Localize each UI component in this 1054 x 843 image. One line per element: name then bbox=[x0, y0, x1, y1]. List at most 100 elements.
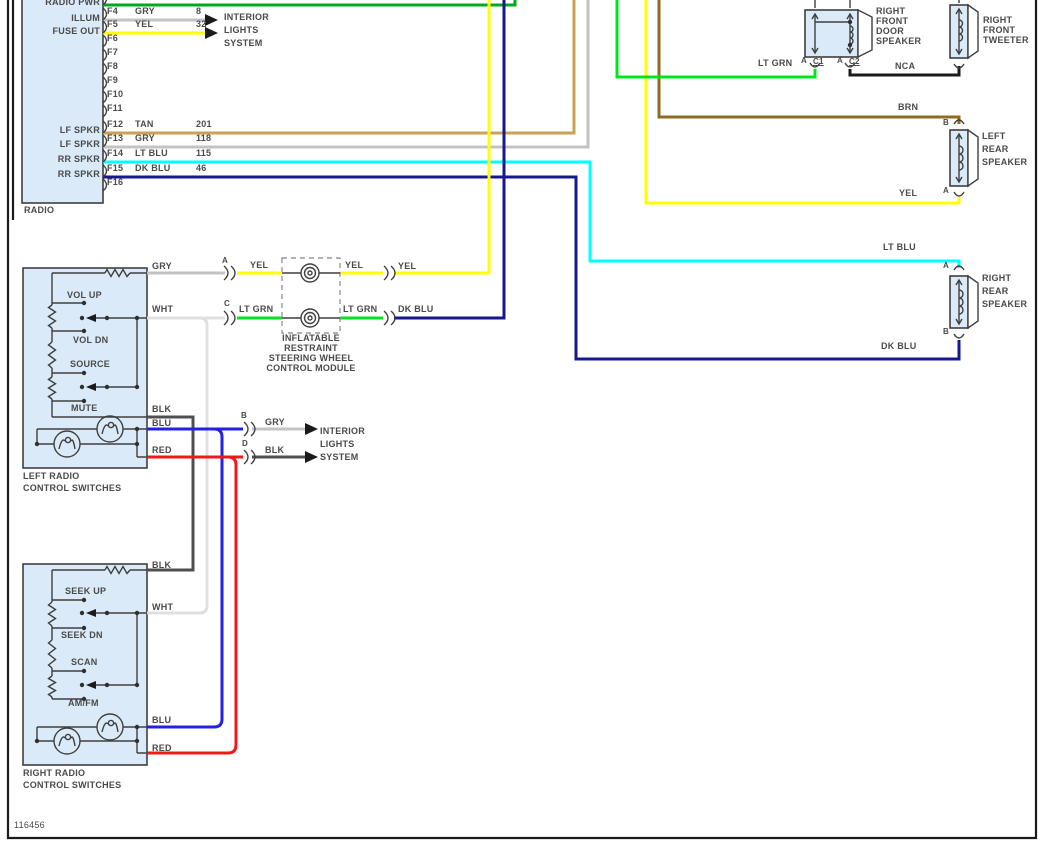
switch-label: MUTE bbox=[71, 404, 98, 413]
tweeter-label: TWEETER bbox=[983, 36, 1029, 45]
left-rear-speaker-label: LEFT bbox=[982, 132, 1006, 141]
wire-color-label: BLU bbox=[152, 419, 171, 428]
wire-color-label: GRY bbox=[135, 134, 155, 143]
diagram-number: 116456 bbox=[14, 821, 45, 830]
pin-letter: C bbox=[224, 300, 230, 308]
speaker-horn-icon bbox=[968, 5, 978, 58]
interior-lights-label: LIGHTS bbox=[320, 440, 355, 449]
radio-pin-label: F4 bbox=[107, 7, 118, 16]
wire-color-label: YEL bbox=[345, 261, 363, 270]
switch-label: SEEK DN bbox=[61, 631, 103, 640]
wire-color-label: GRY bbox=[135, 7, 155, 16]
wire-color-label: GRY bbox=[265, 418, 285, 427]
pin-letter: D bbox=[242, 440, 248, 448]
radio-func-label: FUSE OUT bbox=[30, 27, 100, 36]
radio-pin-label: F10 bbox=[107, 90, 123, 99]
wire-color-label: LT BLU bbox=[883, 243, 916, 252]
switch-label: VOL DN bbox=[73, 336, 108, 345]
switch-label: SEEK UP bbox=[65, 587, 106, 596]
wire-color-label: RED bbox=[152, 744, 172, 753]
radio-pin-label: F12 bbox=[107, 120, 123, 129]
wire-color-label: LT GRN bbox=[239, 305, 273, 314]
left-switches-title: CONTROL SWITCHES bbox=[23, 484, 121, 493]
interior-lights-label: INTERIOR bbox=[224, 13, 269, 22]
radio-pin-label: F5 bbox=[107, 20, 118, 29]
interior-lights-label: SYSTEM bbox=[224, 39, 263, 48]
wire-radio-pwr-green bbox=[103, 0, 515, 5]
interior-lights-label: SYSTEM bbox=[320, 453, 359, 462]
right-switches-title: CONTROL SWITCHES bbox=[23, 781, 121, 790]
wiring-diagram-canvas: RADIO PWR ILLUM FUSE OUT LF SPKR LF SPKR… bbox=[0, 0, 1054, 843]
radio-pin-label: F16 bbox=[107, 178, 123, 187]
wire-color-label: DK BLU bbox=[135, 164, 171, 173]
wire-color-label: BRN bbox=[898, 103, 918, 112]
radio-pin-label: F8 bbox=[107, 62, 118, 71]
wire-color-label: WHT bbox=[152, 603, 173, 612]
wire-f13-gry-118 bbox=[103, 0, 588, 147]
radio-pin-label: F14 bbox=[107, 149, 123, 158]
wire-color-label: YEL bbox=[398, 262, 416, 271]
speaker-horn-icon bbox=[858, 10, 872, 57]
radio-pin-label: F9 bbox=[107, 76, 118, 85]
switch-label: SOURCE bbox=[70, 360, 110, 369]
wire-color-label: LT GRN bbox=[343, 305, 377, 314]
pin-letter: A bbox=[837, 57, 843, 65]
radio-func-label: LF SPKR bbox=[30, 126, 100, 135]
switch-label: SCAN bbox=[71, 658, 98, 667]
pin-letter: A bbox=[943, 262, 949, 270]
interior-lights-label: LIGHTS bbox=[224, 26, 259, 35]
right-front-tweeter bbox=[950, 0, 978, 68]
wire-color-label: WHT bbox=[152, 305, 173, 314]
radio-pin-label: F11 bbox=[107, 104, 123, 113]
right-rear-speaker bbox=[950, 266, 978, 338]
wire-blu-branch-down bbox=[147, 429, 222, 727]
module-label: INFLATABLE bbox=[255, 334, 367, 343]
radio-func-label: RR SPKR bbox=[30, 155, 100, 164]
radio-pin-label: F13 bbox=[107, 134, 123, 143]
switch-label: VOL UP bbox=[67, 291, 102, 300]
circuit-number: 8 bbox=[196, 7, 201, 16]
left-rear-speaker bbox=[950, 120, 978, 196]
pin-letter: B bbox=[943, 328, 949, 336]
wire-color-label: YEL bbox=[899, 189, 917, 198]
door-speaker-label: FRONT bbox=[876, 17, 908, 26]
arrow-icon bbox=[205, 27, 218, 39]
wire-color-label: TAN bbox=[135, 120, 154, 129]
module-label: RESTRAINT bbox=[255, 344, 367, 353]
radio-func-label: RR SPKR bbox=[30, 170, 100, 179]
pin-letter: A bbox=[222, 257, 228, 265]
interior-lights-arrows bbox=[205, 14, 318, 463]
wire-color-label: RED bbox=[152, 446, 172, 455]
circuit-number: 118 bbox=[196, 134, 211, 143]
right-rear-speaker-label: REAR bbox=[982, 287, 1009, 296]
speaker-horn-icon bbox=[968, 276, 978, 328]
left-rear-speaker-label: SPEAKER bbox=[982, 158, 1027, 167]
radio-pin-label: F7 bbox=[107, 48, 118, 57]
connector-id: C2 bbox=[849, 58, 860, 66]
radio-func-label: LF SPKR bbox=[30, 140, 100, 149]
wire-color-label: NCA bbox=[895, 62, 915, 71]
left-rear-speaker-label: REAR bbox=[982, 145, 1009, 154]
circuit-number: 115 bbox=[196, 149, 211, 158]
circuit-number: 32 bbox=[196, 20, 207, 29]
wire-color-label: LT GRN bbox=[758, 59, 792, 68]
clockspring-coil-icon bbox=[301, 309, 319, 327]
switch-label: AM/FM bbox=[68, 699, 99, 708]
wire-blk-between-switch-boxes bbox=[147, 417, 193, 570]
wire-color-label: BLK bbox=[152, 405, 171, 414]
arrow-icon bbox=[305, 451, 318, 463]
wire-color-label: LT BLU bbox=[135, 149, 168, 158]
radio-func-label: ILLUM bbox=[30, 14, 100, 23]
interior-lights-label: INTERIOR bbox=[320, 427, 365, 436]
connector-id: C1 bbox=[813, 58, 824, 66]
tweeter-label: RIGHT bbox=[983, 16, 1012, 25]
arrow-icon bbox=[305, 423, 318, 435]
tweeter-label: FRONT bbox=[983, 26, 1015, 35]
wire-color-label: DK BLU bbox=[398, 305, 434, 314]
wire-yel-up bbox=[394, 0, 489, 273]
circuit-number: 46 bbox=[196, 164, 207, 173]
pin-letter: B bbox=[241, 412, 247, 420]
pin-letter: A bbox=[943, 187, 949, 195]
wire-color-label: BLU bbox=[152, 716, 171, 725]
left-switches-title: LEFT RADIO bbox=[23, 472, 80, 481]
